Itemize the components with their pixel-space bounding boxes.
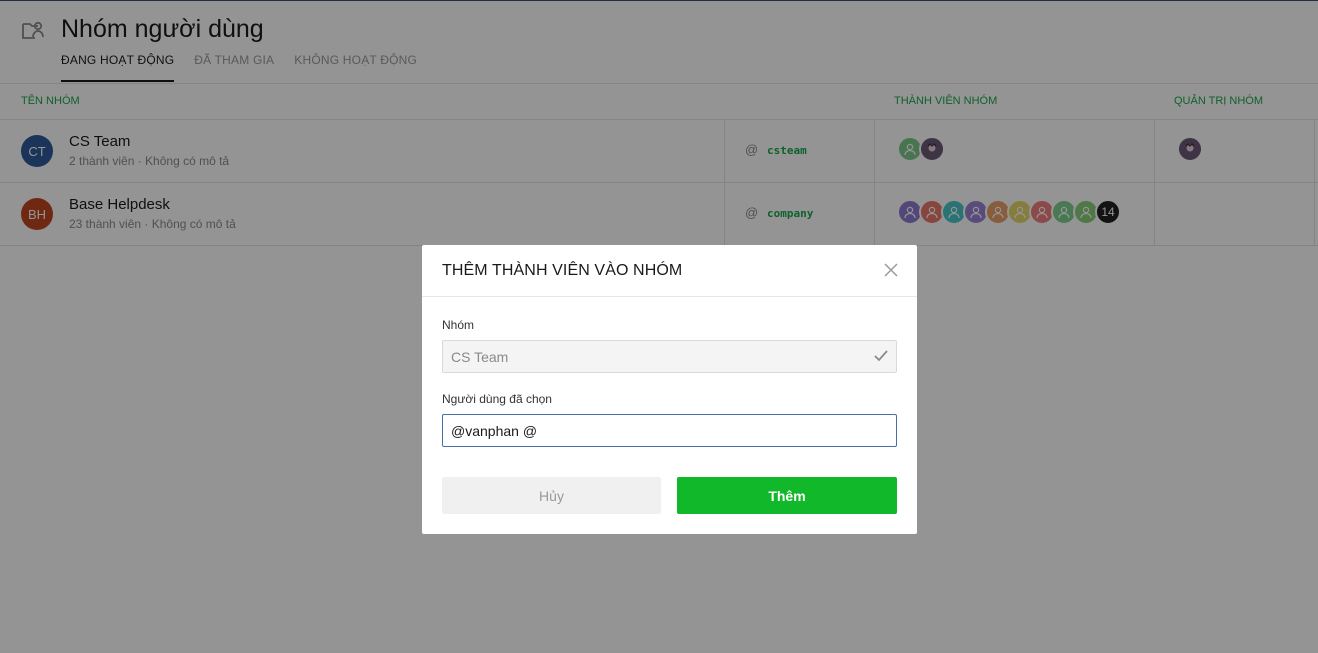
check-icon bbox=[874, 350, 888, 362]
cancel-button[interactable]: Hủy bbox=[442, 477, 661, 514]
add-member-dialog: THÊM THÀNH VIÊN VÀO NHÓM Nhóm CS Team Ng… bbox=[422, 245, 917, 534]
dialog-title: THÊM THÀNH VIÊN VÀO NHÓM bbox=[442, 262, 683, 279]
group-field-label: Nhóm bbox=[442, 318, 475, 332]
users-field-label: Người dùng đã chọn bbox=[442, 392, 552, 406]
add-button[interactable]: Thêm bbox=[677, 477, 897, 514]
close-icon[interactable] bbox=[883, 262, 899, 278]
selected-users-value: @vanphan @ bbox=[451, 422, 538, 439]
selected-users-input[interactable]: @vanphan @ bbox=[442, 414, 897, 447]
group-select: CS Team bbox=[442, 340, 897, 373]
dialog-header: THÊM THÀNH VIÊN VÀO NHÓM bbox=[422, 245, 917, 297]
group-select-value: CS Team bbox=[451, 348, 509, 365]
